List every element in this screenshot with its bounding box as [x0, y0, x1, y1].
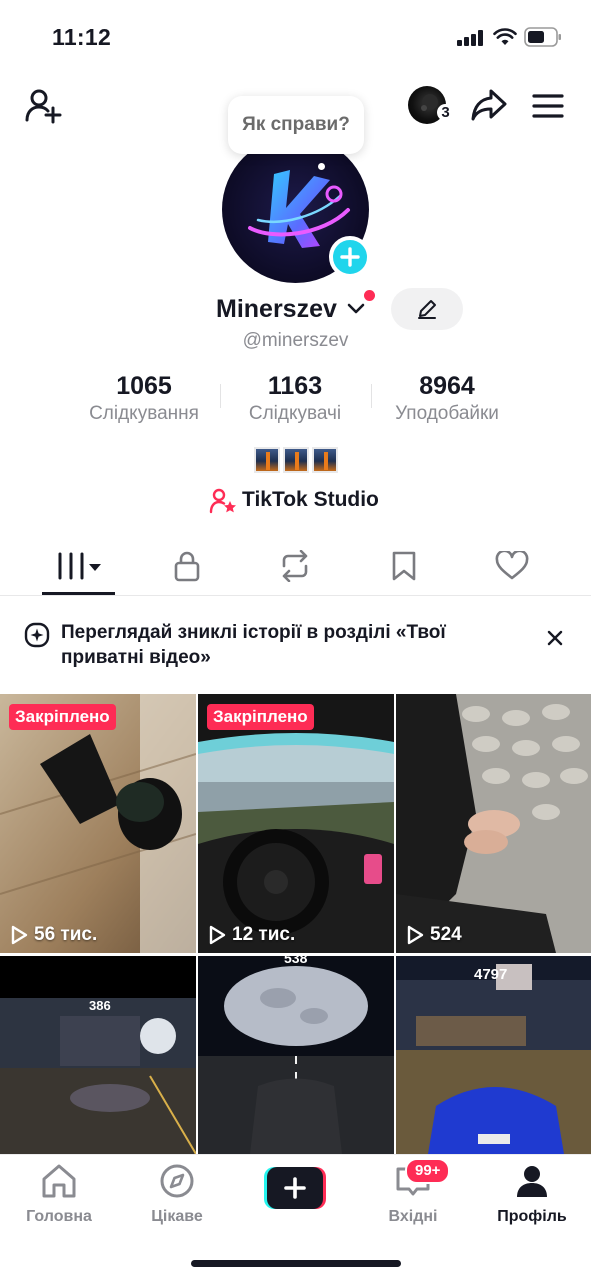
- video-views-count: 56 тис.: [34, 924, 98, 945]
- home-icon: [42, 1164, 76, 1198]
- video-overlay-number: 4797: [474, 966, 508, 983]
- nav-profile[interactable]: Профіль: [473, 1163, 591, 1226]
- bridge-sticker-icon: [254, 447, 280, 473]
- nav-discover[interactable]: Цікаве: [118, 1163, 236, 1226]
- username-text: @minerszev: [242, 330, 349, 351]
- video-views-count: 524: [430, 924, 462, 945]
- cup-thumbnail-icon: [0, 694, 196, 953]
- close-icon[interactable]: [545, 628, 565, 648]
- grid-videos-icon: [58, 552, 101, 580]
- info-banner: Переглядай зниклі історії в розділі «Тво…: [0, 612, 591, 682]
- tiktok-studio-label: TikTok Studio: [242, 488, 379, 511]
- bio-stickers: [254, 447, 338, 473]
- inbox-badge: 99+: [405, 1158, 451, 1184]
- stat-likes-label: Уподобайки: [395, 403, 499, 424]
- plus-icon: [264, 1167, 326, 1209]
- menu-icon[interactable]: [528, 86, 568, 126]
- active-tab-indicator: [42, 592, 115, 595]
- chevron-down-icon[interactable]: [346, 302, 366, 316]
- plus-icon: [340, 247, 360, 267]
- username: @minerszev: [0, 330, 591, 352]
- stat-followers-value: 1163: [267, 372, 323, 400]
- bookmark-icon: [392, 551, 416, 581]
- tab-reposts[interactable]: [268, 538, 322, 594]
- story-count: 3: [437, 104, 454, 121]
- tiktok-studio-link[interactable]: TikTok Studio: [0, 486, 591, 516]
- creator-star-icon: [209, 488, 236, 514]
- video-thumbnail[interactable]: Закріплено 56 тис.: [0, 694, 196, 953]
- bridge-sticker-icon: [283, 447, 309, 473]
- video-thumbnail[interactable]: Закріплено 12 тис.: [198, 694, 394, 953]
- nav-profile-label: Профіль: [497, 1208, 567, 1225]
- content-tabs: [0, 538, 591, 596]
- night-drift-thumbnail-icon: [0, 956, 196, 1155]
- car-interior-thumbnail-icon: [198, 694, 394, 953]
- avatar-add-button[interactable]: [329, 236, 371, 278]
- status-bubble[interactable]: Як справи?: [228, 96, 364, 154]
- name-row: Minerszev: [0, 288, 591, 332]
- share-icon[interactable]: [468, 84, 510, 126]
- stat-following[interactable]: 1065 Слідкування: [64, 370, 224, 426]
- signal-icon: [457, 30, 485, 46]
- video-grid: Закріплено 56 тис. Закріплено 12 тис. 52…: [0, 694, 591, 1155]
- pencil-icon: [418, 300, 436, 319]
- hands-thumbnail-icon: [396, 694, 591, 953]
- video-overlay-number: 386: [89, 998, 111, 1013]
- tab-liked[interactable]: [485, 538, 539, 594]
- nav-inbox-label: Вхідні: [388, 1208, 438, 1225]
- notification-dot: [364, 290, 375, 301]
- nav-home[interactable]: Головна: [0, 1163, 118, 1226]
- wifi-icon: [493, 28, 517, 45]
- stat-followers[interactable]: 1163 Слідкувачі: [215, 370, 375, 426]
- profile-stats: 1065 Слідкування 1163 Слідкувачі 8964 Уп…: [0, 370, 591, 430]
- pinned-badge: Закріплено: [9, 704, 116, 730]
- bridge-sticker-icon: [312, 447, 338, 473]
- stat-followers-label: Слідкувачі: [248, 403, 342, 424]
- sparkle-icon: [24, 622, 50, 648]
- status-time: 11:12: [52, 24, 112, 50]
- add-friend-icon[interactable]: [22, 84, 64, 126]
- heart-icon: [495, 551, 529, 580]
- stat-following-label: Слідкування: [89, 403, 199, 424]
- lock-icon: [174, 551, 200, 582]
- nav-discover-label: Цікаве: [151, 1208, 203, 1225]
- nav-home-label: Головна: [26, 1208, 92, 1225]
- play-icon: [407, 925, 424, 945]
- video-views: 56 тис.: [10, 924, 97, 946]
- video-views: 524: [406, 924, 462, 946]
- play-icon: [209, 925, 226, 945]
- home-indicator: [191, 1260, 401, 1267]
- compass-icon: [160, 1164, 194, 1198]
- play-icon: [11, 925, 28, 945]
- blue-car-thumbnail-icon: [396, 956, 591, 1154]
- create-button[interactable]: [264, 1167, 326, 1209]
- battery-icon: [524, 27, 561, 47]
- status-bar: 11:12: [0, 0, 591, 70]
- stat-likes[interactable]: 8964 Уподобайки: [367, 370, 527, 426]
- repost-icon: [282, 550, 308, 582]
- display-name[interactable]: Minerszev: [216, 292, 337, 326]
- stat-likes-value: 8964: [419, 372, 475, 400]
- pinned-badge: Закріплено: [207, 704, 314, 730]
- tab-favorites[interactable]: [377, 538, 431, 594]
- moon-road-thumbnail-icon: [198, 956, 394, 1154]
- stat-following-value: 1065: [116, 372, 172, 400]
- profile-icon: [517, 1166, 547, 1197]
- bubble-tail: [318, 163, 325, 170]
- banner-text: Переглядай зниклі історії в розділі «Тво…: [61, 622, 446, 668]
- tab-videos[interactable]: [42, 538, 115, 594]
- video-overlay-number: 538: [284, 956, 308, 966]
- edit-profile-button[interactable]: [391, 288, 463, 330]
- tab-private[interactable]: [160, 538, 214, 594]
- video-views-count: 12 тис.: [232, 924, 296, 945]
- video-thumbnail[interactable]: 524: [396, 694, 591, 953]
- video-views: 12 тис.: [208, 924, 295, 946]
